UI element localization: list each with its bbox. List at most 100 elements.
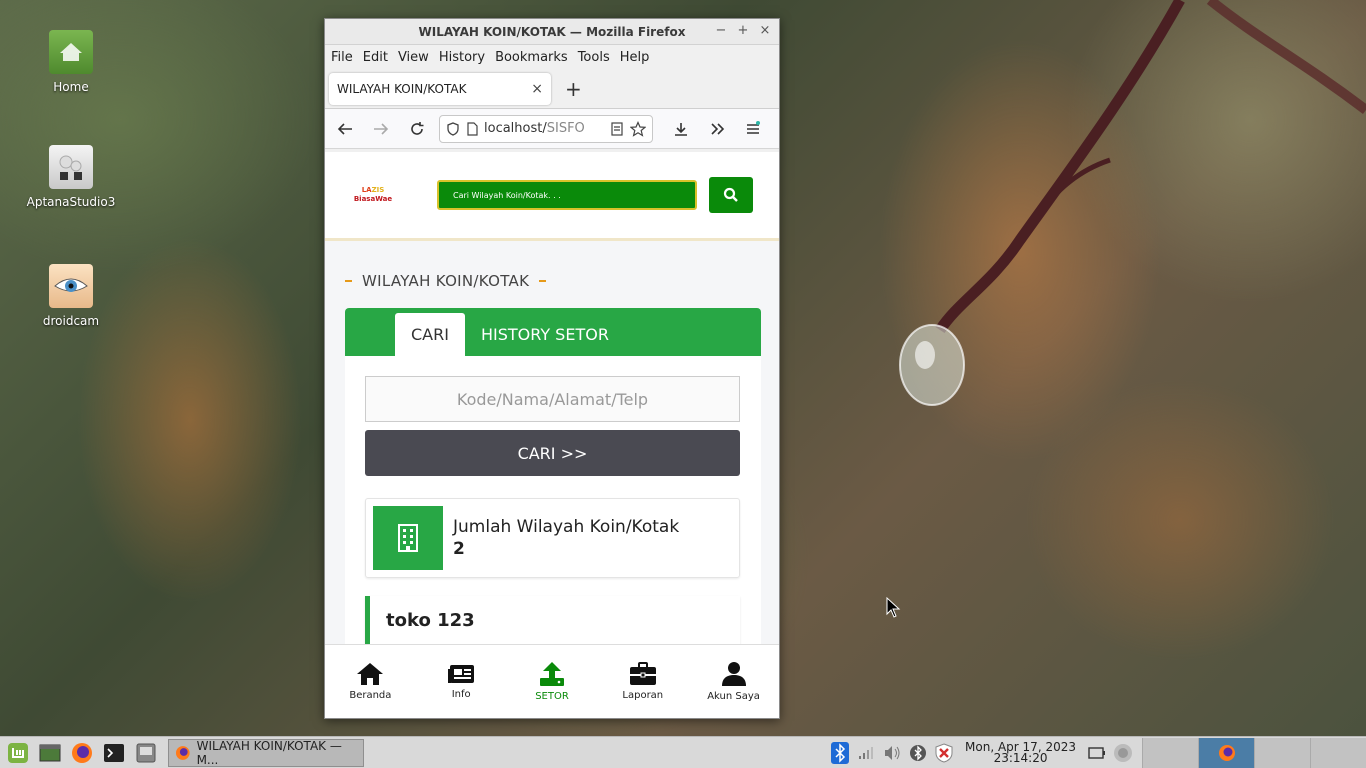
desktop-icon-aptana[interactable]: AptanaStudio3 bbox=[16, 145, 126, 209]
user-status-icon[interactable] bbox=[1110, 740, 1136, 766]
maximize-button[interactable]: + bbox=[737, 23, 749, 39]
overflow-button[interactable] bbox=[703, 115, 731, 143]
nav-beranda[interactable]: Beranda bbox=[330, 662, 410, 701]
taskbar-window-firefox[interactable]: WILAYAH KOIN/KOTAK — M... bbox=[168, 738, 364, 767]
building-icon bbox=[373, 506, 443, 570]
url-host: localhost/ bbox=[484, 121, 547, 136]
cari-button[interactable]: CARI >> bbox=[365, 430, 740, 476]
logo-text-a: LA bbox=[361, 186, 372, 194]
new-tab-button[interactable]: + bbox=[565, 77, 582, 101]
list-item-name: toko 123 bbox=[386, 610, 475, 631]
forward-button[interactable] bbox=[367, 115, 395, 143]
menu-history[interactable]: History bbox=[439, 50, 485, 65]
user-icon bbox=[721, 662, 746, 686]
security-shield-icon[interactable] bbox=[931, 740, 957, 766]
back-button[interactable] bbox=[331, 115, 359, 143]
files-launcher[interactable] bbox=[132, 739, 160, 767]
firefox-icon bbox=[175, 745, 190, 760]
minimize-button[interactable]: − bbox=[715, 23, 727, 39]
volume-icon[interactable] bbox=[879, 740, 905, 766]
desktop-icon-droidcam[interactable]: droidcam bbox=[16, 264, 126, 328]
site-search-input[interactable]: Cari Wilayah Koin/Kotak. . . bbox=[437, 180, 697, 210]
app-menu-button[interactable] bbox=[739, 115, 767, 143]
droidcam-icon bbox=[49, 264, 93, 308]
network-signal-icon[interactable] bbox=[853, 740, 879, 766]
menu-help[interactable]: Help bbox=[620, 50, 650, 65]
home-icon bbox=[357, 663, 384, 685]
stat-label: Jumlah Wilayah Koin/Kotak bbox=[453, 517, 680, 537]
desktop-icon-home[interactable]: Home bbox=[16, 30, 126, 94]
bottom-navigation: Beranda Info SETOR Laporan Akun Saya bbox=[325, 644, 779, 718]
desktop-icon bbox=[39, 744, 61, 761]
url-bar[interactable]: localhost/SISFO bbox=[439, 114, 653, 143]
card-tabs: CARI HISTORY SETOR bbox=[345, 308, 761, 356]
logo-text-c: BiasaWae bbox=[353, 195, 393, 203]
search-card: CARI HISTORY SETOR Kode/Nama/Alamat/Telp… bbox=[345, 308, 761, 688]
section-heading: WILAYAH KOIN/KOTAK bbox=[345, 272, 761, 290]
page-title: WILAYAH KOIN/KOTAK bbox=[362, 272, 530, 290]
nav-laporan[interactable]: Laporan bbox=[603, 662, 683, 701]
wallpaper-branch bbox=[899, 0, 1366, 406]
browser-tab[interactable]: WILAYAH KOIN/KOTAK × bbox=[329, 72, 551, 105]
menu-file[interactable]: File bbox=[331, 50, 353, 65]
stat-card: Jumlah Wilayah Koin/Kotak 2 bbox=[365, 498, 740, 578]
site-logo[interactable]: LAZIS BiasaWae bbox=[351, 186, 395, 204]
workspace-1[interactable] bbox=[1142, 738, 1198, 768]
nav-label: Laporan bbox=[622, 690, 664, 701]
bookmark-star-icon[interactable] bbox=[630, 120, 646, 137]
site-header: LAZIS BiasaWae Cari Wilayah Koin/Kotak. … bbox=[325, 152, 779, 241]
show-desktop-button[interactable] bbox=[36, 739, 64, 767]
web-page: LAZIS BiasaWae Cari Wilayah Koin/Kotak. … bbox=[325, 152, 779, 718]
close-button[interactable]: × bbox=[759, 23, 771, 39]
mint-menu-button[interactable] bbox=[4, 739, 32, 767]
mouse-cursor-icon bbox=[886, 597, 901, 618]
tab-close-icon[interactable]: × bbox=[531, 81, 543, 97]
reader-view-icon[interactable] bbox=[610, 121, 624, 136]
taskbar-window-label: WILAYAH KOIN/KOTAK — M... bbox=[196, 738, 342, 767]
heading-dash-left bbox=[345, 280, 352, 282]
download-icon bbox=[675, 122, 687, 136]
arrow-right-icon bbox=[374, 122, 389, 135]
menubar: File Edit View History Bookmarks Tools H… bbox=[325, 45, 779, 69]
tab-history-setor[interactable]: HISTORY SETOR bbox=[465, 313, 625, 356]
clock-time: 23:14:20 bbox=[993, 751, 1048, 765]
firefox-launcher[interactable] bbox=[68, 739, 96, 767]
bluetooth-tray-icon[interactable] bbox=[827, 740, 853, 766]
nav-label: Beranda bbox=[349, 690, 392, 701]
reload-button[interactable] bbox=[403, 115, 431, 143]
menu-edit[interactable]: Edit bbox=[363, 50, 388, 65]
window-title: WILAYAH KOIN/KOTAK — Mozilla Firefox bbox=[418, 24, 686, 39]
url-path: SISFO bbox=[546, 121, 585, 136]
taskbar: WILAYAH KOIN/KOTAK — M... Mon, Apr 17, 2… bbox=[0, 736, 1366, 768]
workspace-2[interactable] bbox=[1198, 738, 1254, 768]
site-search-placeholder: Cari Wilayah Koin/Kotak. . . bbox=[453, 190, 561, 200]
workspace-4[interactable] bbox=[1310, 738, 1366, 768]
firefox-icon bbox=[72, 742, 92, 763]
clock[interactable]: Mon, Apr 17, 2023 23:14:20 bbox=[965, 741, 1076, 765]
battery-icon[interactable] bbox=[1084, 740, 1110, 766]
terminal-icon bbox=[104, 743, 124, 762]
shield-icon[interactable] bbox=[446, 121, 460, 136]
briefcase-icon bbox=[629, 662, 656, 685]
site-search-button[interactable] bbox=[709, 177, 753, 213]
hamburger-icon bbox=[747, 120, 760, 134]
nav-info[interactable]: Info bbox=[421, 663, 501, 700]
bluetooth-icon[interactable] bbox=[905, 740, 931, 766]
menu-view[interactable]: View bbox=[398, 50, 429, 65]
terminal-launcher[interactable] bbox=[100, 739, 128, 767]
menu-bookmarks[interactable]: Bookmarks bbox=[495, 50, 568, 65]
newspaper-icon bbox=[448, 665, 475, 683]
kode-search-input[interactable]: Kode/Nama/Alamat/Telp bbox=[365, 376, 740, 422]
desktop-icon-label: AptanaStudio3 bbox=[26, 195, 116, 209]
window-titlebar[interactable]: WILAYAH KOIN/KOTAK — Mozilla Firefox − +… bbox=[325, 19, 779, 45]
downloads-button[interactable] bbox=[667, 115, 695, 143]
tab-cari[interactable]: CARI bbox=[395, 313, 465, 356]
workspace-3[interactable] bbox=[1254, 738, 1310, 768]
nav-label: Info bbox=[451, 689, 471, 700]
desktop-icon-label: droidcam bbox=[42, 314, 100, 328]
menu-tools[interactable]: Tools bbox=[578, 50, 610, 65]
tab-title: WILAYAH KOIN/KOTAK bbox=[337, 81, 467, 96]
nav-akun-saya[interactable]: Akun Saya bbox=[694, 661, 774, 702]
nav-setor[interactable]: SETOR bbox=[512, 661, 592, 702]
desktop-icon-label: Home bbox=[53, 80, 89, 94]
